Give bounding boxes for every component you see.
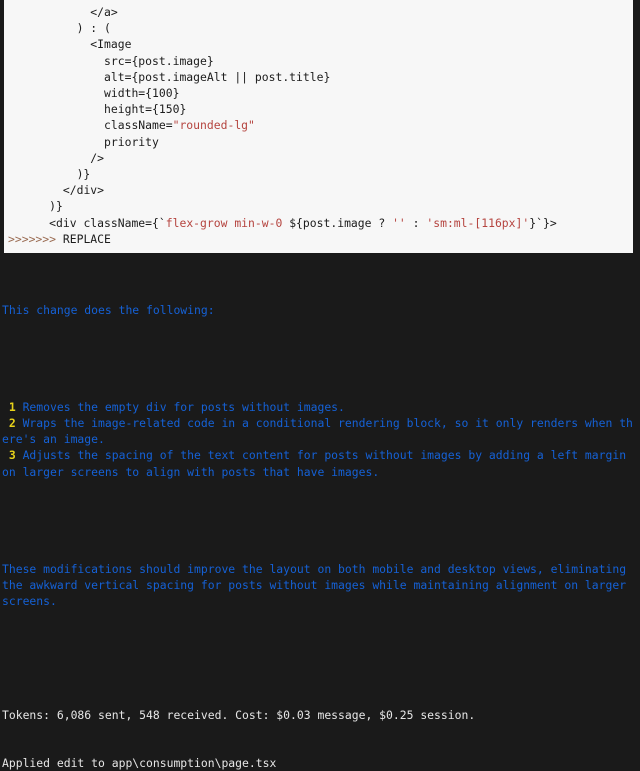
code-token: }`}>	[529, 216, 556, 230]
code-line: priority	[4, 134, 633, 150]
code-line: height={150}	[4, 101, 633, 117]
spacer-before-status	[0, 626, 640, 707]
code-token: ''	[392, 216, 406, 230]
code-token: <div className={`	[49, 216, 166, 230]
code-token: "rounded-lg"	[173, 118, 255, 132]
code-line: </div>	[4, 182, 633, 198]
list-item-text: Adjusts the spacing of the text content …	[2, 448, 633, 478]
code-token: </div>	[63, 183, 104, 197]
code-line: src={post.image}	[4, 53, 633, 69]
code-line: </a>	[4, 4, 633, 20]
list-item-number: 3	[2, 448, 23, 462]
explanation-section: This change does the following: 1 Remove…	[0, 269, 640, 625]
list-item-number: 2	[2, 416, 23, 430]
code-token: REPLACE	[56, 232, 111, 246]
code-token: flex-grow min-w-0	[166, 216, 289, 230]
code-token: >>>>>>>	[8, 232, 56, 246]
code-line: width={100}	[4, 85, 633, 101]
tokens-status-line: Tokens: 6,086 sent, 548 received. Cost: …	[0, 707, 640, 723]
code-token: src={post.image}	[104, 54, 214, 68]
explanation-list-item: 1 Removes the empty div for posts withou…	[2, 399, 638, 415]
code-line: >>>>>>> REPLACE	[4, 231, 633, 247]
spacer-intro-list	[2, 350, 638, 366]
code-line: <Image	[4, 36, 633, 52]
code-token: ) : (	[77, 21, 111, 35]
code-token: />	[90, 151, 104, 165]
spacer-after-code	[0, 253, 640, 269]
spacer-status	[0, 723, 640, 739]
code-token: ${post.image ?	[289, 216, 392, 230]
code-line: )}	[4, 198, 633, 214]
list-item-text: Removes the empty div for posts without …	[23, 400, 345, 414]
code-token: priority	[104, 135, 159, 149]
code-token: )}	[77, 167, 91, 181]
code-line: alt={post.imageAlt || post.title}	[4, 69, 633, 85]
explanation-list-item: 3 Adjusts the spacing of the text conten…	[2, 447, 638, 479]
code-token: width={100}	[104, 86, 179, 100]
explanation-list: 1 Removes the empty div for posts withou…	[2, 399, 638, 480]
code-line: <div className={`flex-grow min-w-0 ${pos…	[4, 215, 633, 231]
code-token: alt={post.imageAlt || post.title}	[104, 70, 330, 84]
code-line: className="rounded-lg"	[4, 117, 633, 133]
list-item-number: 1	[2, 400, 23, 414]
diff-code-block: </a> ) : ( <Image src={post.image} alt={…	[4, 0, 633, 253]
spacer-status-2	[0, 739, 640, 755]
code-line: ) : (	[4, 20, 633, 36]
code-token: :	[406, 216, 427, 230]
code-token: 'sm:ml-[116px]'	[426, 216, 529, 230]
spacer-list-conclusion	[2, 512, 638, 528]
code-line: )}	[4, 166, 633, 182]
explanation-conclusion: These modifications should improve the l…	[2, 561, 638, 610]
explanation-intro: This change does the following:	[2, 302, 638, 318]
code-line: />	[4, 150, 633, 166]
applied-edit-line: Applied edit to app\consumption\page.tsx	[0, 755, 640, 771]
code-token: )}	[49, 199, 63, 213]
code-token: height={150}	[104, 102, 186, 116]
code-token: className=	[104, 118, 173, 132]
code-token: </a>	[90, 5, 117, 19]
explanation-list-item: 2 Wraps the image-related code in a cond…	[2, 415, 638, 447]
list-item-text: Wraps the image-related code in a condit…	[2, 416, 633, 446]
code-token: <Image	[90, 37, 131, 51]
